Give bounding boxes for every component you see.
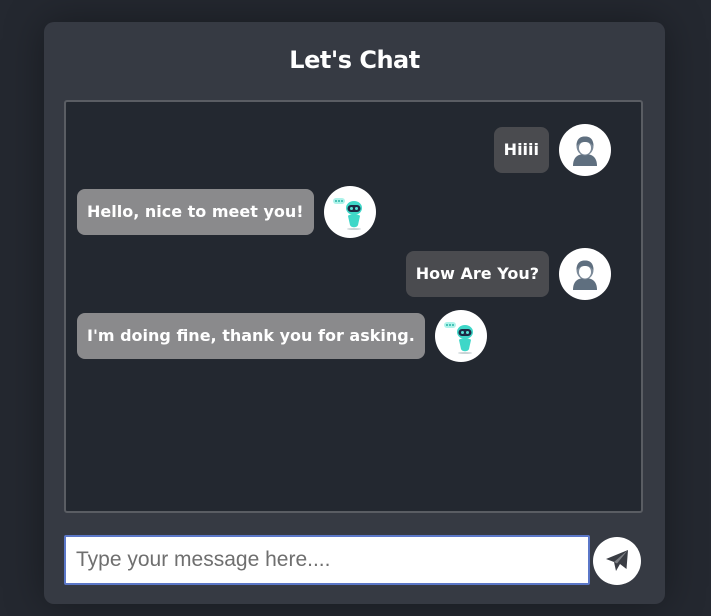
chat-card: Let's Chat Hiiii Hello, nice to meet you…: [44, 22, 665, 604]
message-row-bot: Hello, nice to meet you!: [77, 186, 376, 238]
user-avatar-icon: [559, 124, 611, 176]
send-button[interactable]: [593, 537, 641, 585]
message-bubble: Hello, nice to meet you!: [77, 189, 314, 235]
message-row-bot: I'm doing fine, thank you for asking.: [77, 310, 487, 362]
message-row-user: How Are You?: [405, 248, 611, 300]
message-row-user: Hiiii: [493, 124, 611, 176]
robot-avatar-icon: [323, 186, 376, 238]
message-bubble: How Are You?: [405, 251, 549, 297]
message-input[interactable]: [64, 535, 590, 585]
robot-avatar-icon: [434, 310, 487, 362]
paper-plane-icon: [606, 550, 628, 571]
user-avatar-icon: [559, 248, 611, 300]
message-bubble: I'm doing fine, thank you for asking.: [77, 313, 425, 359]
chat-messages-panel[interactable]: Hiiii Hello, nice to meet you! How Are Y…: [64, 100, 643, 513]
message-bubble: Hiiii: [493, 127, 549, 173]
page-title: Let's Chat: [289, 46, 420, 74]
